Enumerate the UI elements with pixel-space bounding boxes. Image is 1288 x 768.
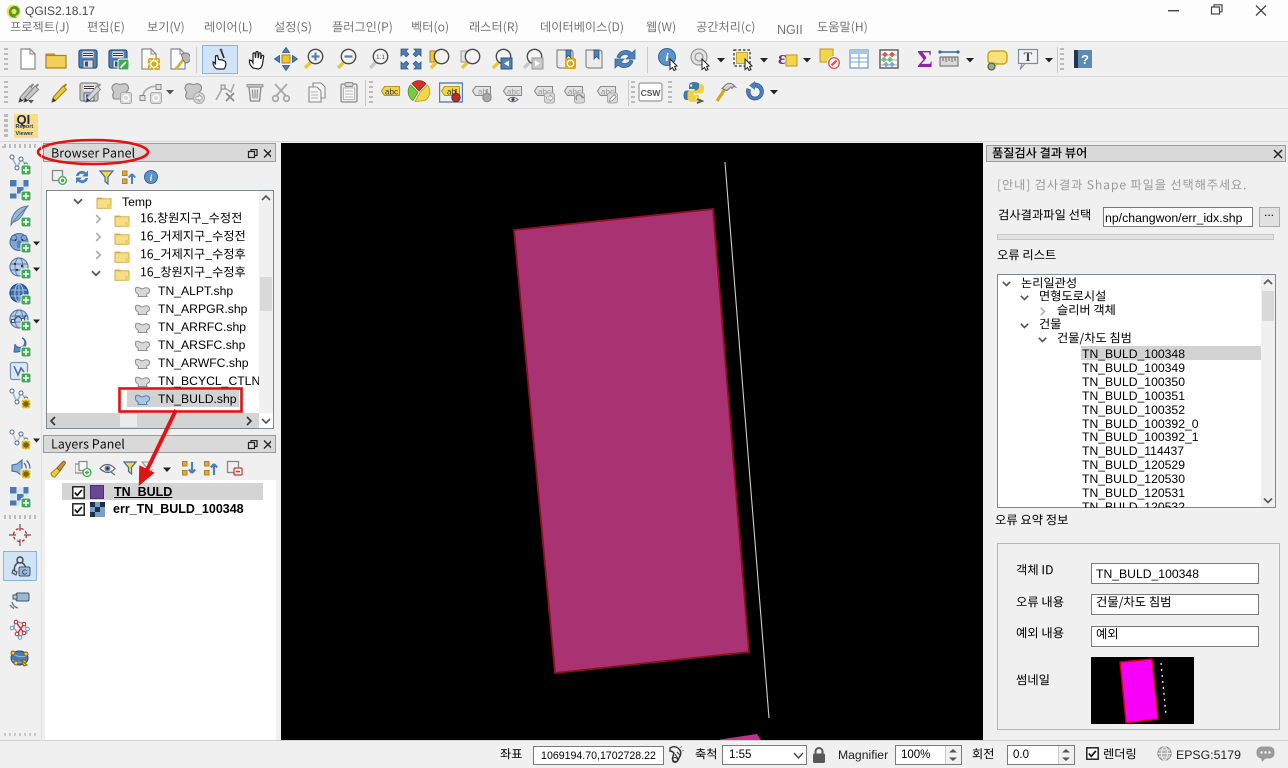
svg-text:C: C bbox=[22, 570, 27, 577]
svg-text:1:1: 1:1 bbox=[376, 54, 385, 61]
svg-text:ε: ε bbox=[778, 48, 786, 69]
svg-text:T: T bbox=[1024, 49, 1033, 64]
svg-text:CSW: CSW bbox=[641, 88, 662, 98]
svg-text:Σ: Σ bbox=[917, 47, 933, 71]
svg-text:?: ? bbox=[1081, 52, 1089, 67]
svg-text:abc: abc bbox=[385, 88, 398, 97]
svg-text:ε: ε bbox=[150, 466, 154, 476]
svg-text:abc: abc bbox=[507, 88, 520, 97]
